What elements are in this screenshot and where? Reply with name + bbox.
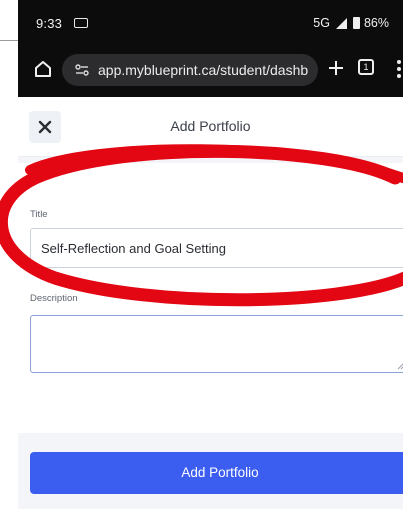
browser-toolbar: app.myblueprint.ca/student/dashb 1: [18, 50, 403, 94]
tab-switcher-icon[interactable]: 1: [358, 59, 374, 75]
cast-icon: [74, 18, 88, 28]
url-text: app.myblueprint.ca/student/dashb: [98, 62, 309, 78]
address-bar[interactable]: app.myblueprint.ca/student/dashb: [62, 54, 318, 86]
site-settings-icon[interactable]: [74, 62, 90, 78]
home-icon[interactable]: [32, 58, 54, 80]
add-portfolio-dialog: Add Portfolio Title Description Add Port…: [18, 97, 403, 509]
battery-level: 86%: [363, 16, 389, 30]
new-tab-icon[interactable]: [324, 56, 348, 80]
screenshot: 9:33 5G 86% app.myblueprint.ca/student/d…: [0, 0, 403, 509]
dialog-header: Add Portfolio: [18, 97, 403, 157]
phone-chrome: 9:33 5G 86% app.myblueprint.ca/student/d…: [18, 0, 403, 97]
title-input[interactable]: [30, 228, 403, 268]
dialog-title: Add Portfolio: [170, 118, 251, 134]
battery-icon: [352, 17, 360, 29]
status-time: 9:33: [36, 16, 63, 31]
title-label: Title: [30, 209, 48, 220]
add-portfolio-button[interactable]: Add Portfolio: [30, 452, 403, 494]
network-label: 5G: [313, 16, 330, 30]
overflow-menu-icon[interactable]: [396, 58, 402, 80]
resize-handle-icon[interactable]: [396, 362, 403, 370]
description-label: Description: [30, 293, 78, 304]
status-indicators: 5G 86%: [313, 16, 389, 30]
description-textarea[interactable]: [30, 315, 403, 373]
divider: [18, 157, 403, 163]
signal-icon: [335, 17, 347, 29]
status-bar: 9:33 5G 86%: [18, 0, 403, 48]
